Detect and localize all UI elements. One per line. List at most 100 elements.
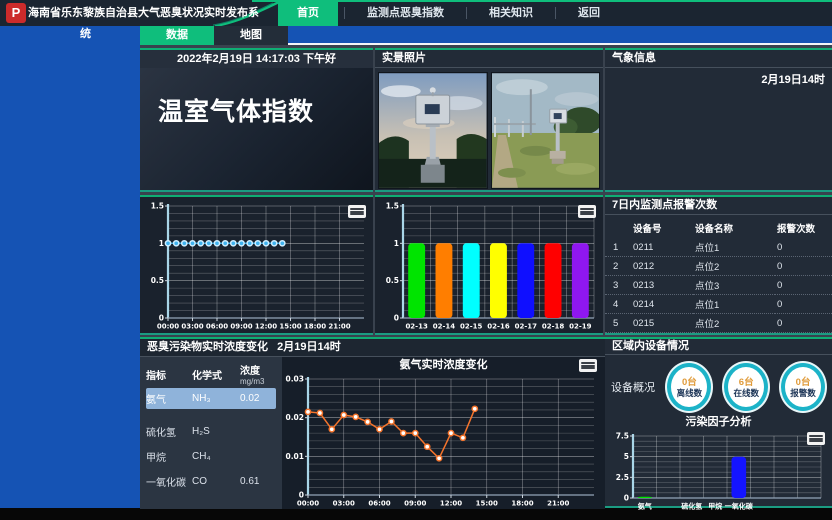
svg-text:0.01: 0.01: [285, 452, 304, 461]
svg-text:02-18: 02-18: [542, 323, 565, 331]
panel-greenhouse-index: 2022年2月19日 14:17:03 下午好 温室气体指数: [140, 48, 373, 192]
svg-text:12:00: 12:00: [440, 500, 462, 508]
pollutant-row-h2s[interactable]: 硫化氢H₂S: [146, 421, 276, 442]
svg-text:03:00: 03:00: [333, 500, 355, 508]
svg-text:09:00: 09:00: [230, 323, 252, 331]
table-row: 10211点位10: [605, 238, 832, 257]
main-nav: 首页 监测点恶臭指数 相关知识 返回: [278, 0, 616, 26]
photos-panel-title: 实景照片: [375, 50, 603, 68]
site-photo-field[interactable]: [491, 72, 601, 189]
svg-text:02-19: 02-19: [569, 323, 592, 331]
pollutant-row-nh3[interactable]: 氨气NH₃0.02: [146, 388, 276, 409]
factor-analysis-bar-chart: 0 2.5 5 7.5 氨气 硫化氢甲烷一氧化碳: [607, 429, 828, 511]
svg-text:02-16: 02-16: [487, 323, 510, 331]
alarm-table: 设备号 设备名称 报警次数 10211点位10 20212点位20 30213点…: [605, 218, 832, 352]
datetime-greeting: 2022年2月19日 14:17:03 下午好: [140, 50, 373, 68]
online-count-badge: 6台 在线数: [724, 363, 768, 411]
panel-pollutant-realtime: 恶臭污染物实时浓度变化 2月19日14时 指标 化学式 浓度mg/m3 氨气NH…: [140, 337, 605, 508]
chart-menu-icon[interactable]: [348, 205, 366, 218]
app-title: 海南省乐东黎族自治县大气恶臭状况实时发布系统: [80, 3, 266, 45]
svg-text:09:00: 09:00: [404, 500, 426, 508]
svg-text:03:00: 03:00: [181, 323, 203, 331]
svg-text:2.5: 2.5: [616, 473, 629, 482]
photo-strip: [375, 68, 603, 193]
svg-text:7.5: 7.5: [616, 432, 629, 441]
svg-text:1.5: 1.5: [151, 202, 164, 211]
svg-text:甲烷: 甲烷: [708, 502, 722, 511]
weather-timestamp: 2月19日14时: [605, 68, 832, 87]
svg-text:15:00: 15:00: [476, 500, 498, 508]
svg-text:5: 5: [624, 452, 629, 461]
table-row: 50215点位20: [605, 314, 832, 333]
nav-separator: [344, 7, 345, 19]
nav-separator: [555, 7, 556, 19]
chart-menu-icon[interactable]: [578, 205, 596, 218]
svg-text:00:00: 00:00: [297, 500, 319, 508]
greenhouse-title-area: 温室气体指数: [140, 68, 373, 190]
alarm-panel-title: 7日内监测点报警次数: [605, 197, 832, 215]
nav-item-back[interactable]: 返回: [562, 0, 616, 26]
pollutant-table: 指标 化学式 浓度mg/m3 氨气NH₃0.02 硫化氢H₂S 甲烷CH₄ 一氧…: [140, 357, 282, 509]
weather-panel-title: 气象信息: [605, 50, 832, 68]
svg-text:1: 1: [394, 239, 399, 248]
svg-text:06:00: 06:00: [368, 500, 390, 508]
daily-index-bar-chart: 00.511.502-1302-1402-1502-1602-1702-1802…: [377, 199, 601, 331]
factor-analysis-title: 污染因子分析: [605, 415, 832, 429]
table-row: 40214点位10: [605, 295, 832, 314]
device-overview-label: 设备概况: [611, 379, 659, 395]
nh3-trend-line-chart: 0 0.01 0.02 0.03 00:00 03:00 06:00 09:00 12:00 15…: [282, 372, 601, 508]
panel-index-trend-chart: 00.511.500:0003:0006:0009:0012:0015:0018…: [140, 195, 373, 335]
svg-text:0.5: 0.5: [386, 276, 399, 285]
nav-item-odor-index[interactable]: 监测点恶臭指数: [351, 0, 460, 26]
panel-weather: 气象信息 2月19日14时: [605, 48, 832, 192]
svg-text:21:00: 21:00: [547, 500, 569, 508]
svg-text:0.03: 0.03: [285, 375, 304, 384]
svg-text:02-13: 02-13: [405, 323, 428, 331]
svg-text:氨气: 氨气: [638, 502, 652, 511]
nh3-chart-title: 氨气实时浓度变化: [282, 357, 605, 372]
svg-text:02-17: 02-17: [515, 323, 538, 331]
svg-text:硫化氢: 硫化氢: [681, 502, 702, 511]
page-title: 温室气体指数: [140, 68, 373, 128]
svg-text:06:00: 06:00: [206, 323, 228, 331]
table-row: 30213点位30: [605, 276, 832, 295]
svg-text:0: 0: [394, 314, 399, 323]
svg-text:02-15: 02-15: [460, 323, 483, 331]
pollutant-row-co[interactable]: 一氧化碳CO0.61: [146, 471, 276, 492]
svg-text:18:00: 18:00: [304, 323, 326, 331]
svg-text:一氧化碳: 一氧化碳: [725, 502, 754, 511]
device-panel-title: 区域内设备情况: [605, 339, 832, 355]
svg-text:12:00: 12:00: [255, 323, 277, 331]
alarm-count-badge: 0台 报警数: [781, 363, 825, 411]
nh3-chart-area: 氨气实时浓度变化 0 0.01 0.02 0.03 00:00 03:00 06:00 09:…: [282, 357, 605, 509]
panel-alarm-table: 7日内监测点报警次数 设备号 设备名称 报警次数 10211点位10 20212…: [605, 195, 832, 335]
pollutant-table-header: 指标 化学式 浓度mg/m3: [146, 362, 276, 386]
svg-text:1.5: 1.5: [386, 202, 399, 211]
nav-item-knowledge[interactable]: 相关知识: [473, 0, 549, 26]
svg-text:0: 0: [624, 494, 629, 503]
pollutant-panel-title: 恶臭污染物实时浓度变化 2月19日14时: [140, 339, 605, 357]
alarm-table-header: 设备号 设备名称 报警次数: [605, 218, 832, 238]
svg-text:21:00: 21:00: [328, 323, 350, 331]
greenhouse-index-line-chart: 00.511.500:0003:0006:0009:0012:0015:0018…: [142, 199, 371, 331]
nav-item-home[interactable]: 首页: [278, 0, 338, 26]
site-photo-sunset[interactable]: [378, 72, 488, 189]
svg-text:0.02: 0.02: [285, 413, 304, 422]
svg-text:0.5: 0.5: [151, 276, 164, 285]
svg-text:0: 0: [299, 491, 304, 500]
sub-header-divider: [288, 43, 832, 45]
chart-menu-icon[interactable]: [579, 359, 597, 372]
left-sidebar: [0, 26, 140, 508]
svg-text:18:00: 18:00: [511, 500, 533, 508]
device-overview-row: 设备概况 0台 离线数 6台 在线数 0台 报警数: [605, 355, 832, 415]
svg-text:0: 0: [159, 314, 164, 323]
pollutant-title-time: 2月19日14时: [277, 341, 341, 353]
panel-device-status: 区域内设备情况 设备概况 0台 离线数 6台 在线数 0台 报警数 污染因子分析…: [605, 337, 832, 508]
svg-text:15:00: 15:00: [279, 323, 301, 331]
pollutant-title-text: 恶臭污染物实时浓度变化: [147, 341, 268, 353]
chart-menu-icon[interactable]: [807, 432, 825, 445]
pollutant-row-ch4[interactable]: 甲烷CH₄: [146, 446, 276, 467]
table-row: 20212点位20: [605, 257, 832, 276]
offline-count-badge: 0台 离线数: [667, 363, 711, 411]
svg-text:00:00: 00:00: [157, 323, 179, 331]
